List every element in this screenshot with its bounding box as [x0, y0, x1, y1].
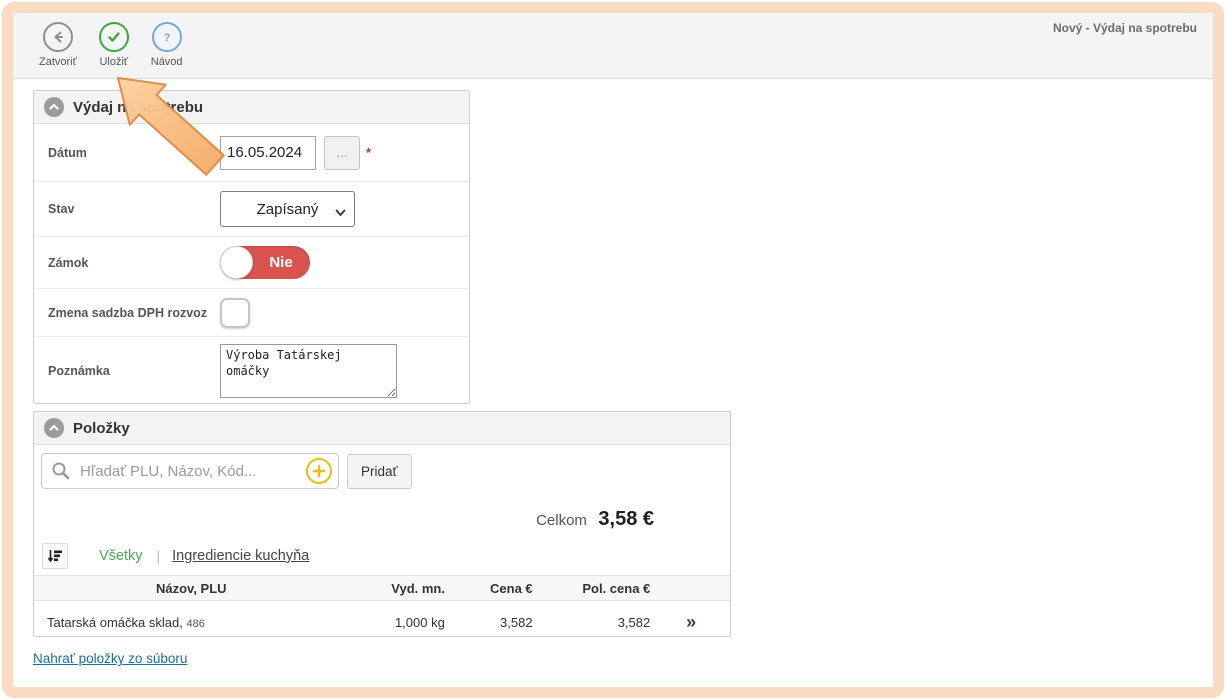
required-asterisk: * [366, 145, 371, 160]
filter-category-link[interactable]: Ingrediencie kuchyňa [172, 548, 309, 564]
item-name: Tatarská omáčka sklad, [47, 615, 183, 630]
note-label: Poznámka [48, 364, 220, 378]
vat-change-row: Zmena sadzba DPH rozvoz [34, 289, 469, 337]
arrow-left-icon [43, 22, 73, 52]
lock-row: Zámok Nie [34, 237, 469, 289]
status-row: Stav Zapísaný [34, 182, 469, 237]
header-qty: Vyd. mn. [333, 581, 445, 596]
filter-all-link[interactable]: Všetky [99, 548, 143, 564]
status-select[interactable]: Zapísaný [220, 191, 355, 227]
close-button[interactable]: Zatvoriť [39, 22, 77, 68]
question-icon: ? [152, 22, 182, 52]
filter-row: Všetky | Ingrediencie kuchyňa [34, 541, 730, 575]
collapse-panel-icon[interactable] [44, 97, 64, 117]
lock-toggle[interactable]: Nie [220, 246, 310, 279]
help-button-label: Návod [151, 56, 183, 68]
search-icon [50, 460, 72, 487]
add-item-button[interactable]: Pridať [347, 454, 412, 489]
search-input[interactable] [41, 453, 339, 489]
svg-text:?: ? [163, 32, 170, 44]
header-price: Cena € [445, 581, 533, 596]
date-picker-button[interactable]: ... [324, 136, 360, 170]
sort-icon[interactable] [42, 543, 68, 569]
expand-row-icon[interactable]: » [686, 612, 694, 632]
date-label: Dátum [48, 146, 220, 160]
date-row: Dátum ... * [34, 124, 469, 182]
row-item-price: 3,582 [533, 615, 651, 630]
search-row: Pridať [34, 445, 730, 496]
table-row[interactable]: Tatarská omáčka sklad, 486 1,000 kg 3,58… [34, 601, 730, 643]
collapse-items-icon[interactable] [44, 418, 64, 438]
vat-change-checkbox[interactable] [220, 298, 250, 328]
total-value: 3,58 € [598, 508, 654, 530]
table-header: Názov, PLU Vyd. mn. Cena € Pol. cena € [34, 575, 730, 601]
item-plu: 486 [186, 618, 204, 630]
help-button[interactable]: ? Návod [151, 22, 183, 68]
row-expand: » [650, 612, 730, 633]
total-label: Celkom [536, 512, 587, 529]
save-button-label: Uložiť [99, 56, 128, 68]
page-title: Nový - Výdaj na spotrebu [1053, 21, 1197, 35]
row-qty: 1,000 kg [333, 615, 445, 630]
check-icon [99, 22, 129, 52]
note-textarea[interactable]: Výroba Tatárskej omáčky [220, 344, 397, 398]
lock-toggle-value: Nie [260, 246, 302, 279]
note-row: Poznámka Výroba Tatárskej omáčky [34, 337, 469, 405]
items-panel-header: Položky [34, 412, 730, 445]
date-input[interactable] [220, 136, 316, 170]
filter-divider: | [157, 548, 161, 564]
vat-change-label: Zmena sadzba DPH rozvoz [48, 306, 220, 320]
total-row: Celkom 3,58 € [34, 496, 730, 541]
search-wrap [41, 453, 339, 489]
issue-form-panel: Výdaj na spotrebu Dátum ... * Stav Zapís… [33, 90, 470, 404]
row-name: Tatarská omáčka sklad, 486 [34, 615, 333, 630]
toggle-knob [220, 246, 253, 279]
header-name: Názov, PLU [34, 581, 333, 596]
chevron-down-icon [335, 204, 346, 221]
status-label: Stav [48, 202, 220, 216]
items-panel-title: Položky [73, 420, 130, 437]
upload-items-link[interactable]: Nahrať položky zo súboru [33, 651, 187, 666]
issue-form-panel-header: Výdaj na spotrebu [34, 91, 469, 124]
header-item-price: Pol. cena € [533, 581, 651, 596]
items-panel: Položky Pridať Celkom 3,58 € [33, 411, 731, 637]
status-select-value: Zapísaný [257, 201, 319, 218]
issue-form-panel-title: Výdaj na spotrebu [73, 99, 203, 116]
toolbar: Zatvoriť Uložiť ? Návod [13, 13, 1213, 79]
plus-icon[interactable] [306, 458, 332, 484]
row-price: 3,582 [445, 615, 533, 630]
page-frame: Zatvoriť Uložiť ? Návod Nový - Výdaj na … [2, 2, 1224, 698]
close-button-label: Zatvoriť [39, 56, 77, 68]
lock-label: Zámok [48, 256, 220, 270]
app-window: Zatvoriť Uložiť ? Návod Nový - Výdaj na … [0, 0, 1226, 700]
save-button[interactable]: Uložiť [99, 22, 129, 68]
